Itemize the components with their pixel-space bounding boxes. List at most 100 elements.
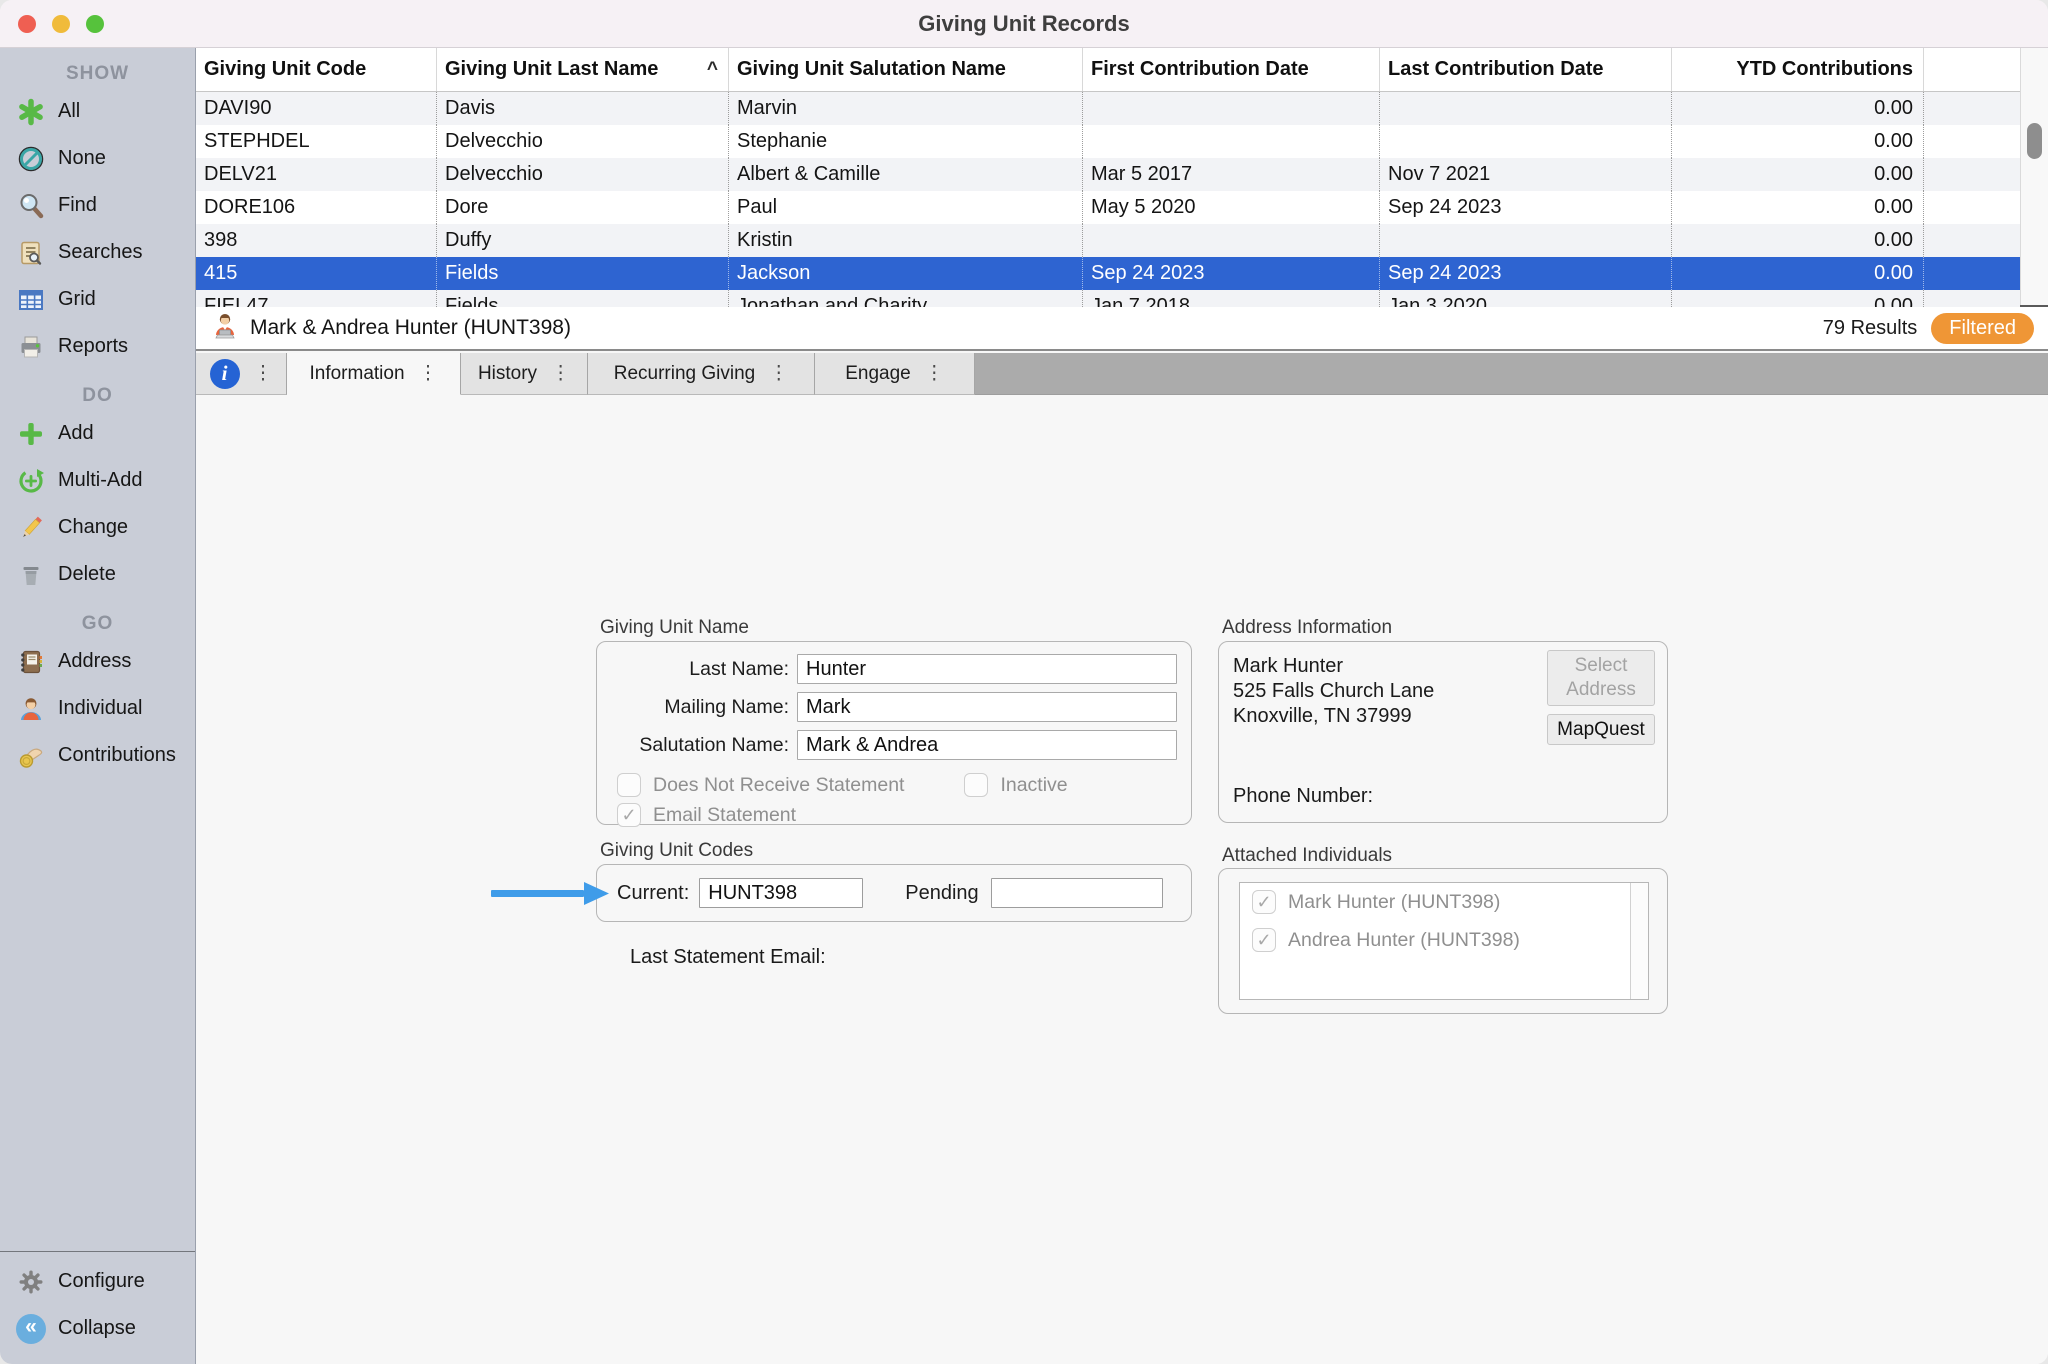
cell-salutation: Kristin xyxy=(728,224,1082,257)
cell-salutation: Jonathan and Charity xyxy=(728,290,1082,307)
column-header-giving-unit-last-name[interactable]: ^Giving Unit Last Name xyxy=(436,48,728,91)
table-scrollbar-thumb[interactable] xyxy=(2027,123,2042,159)
tab-history[interactable]: History ⋮ xyxy=(461,353,588,395)
sidebar-item-label: Address xyxy=(58,650,131,673)
tab-menu-icon[interactable]: ⋮ xyxy=(551,362,570,385)
tab-menu-icon[interactable]: ⋮ xyxy=(254,362,273,385)
table-header-row: Giving Unit Code ^Giving Unit Last Name … xyxy=(196,48,2048,92)
window-title: Giving Unit Records xyxy=(0,11,2048,37)
sidebar-item-contributions[interactable]: Contributions xyxy=(0,732,195,779)
tab-menu-icon[interactable]: ⋮ xyxy=(769,362,788,385)
sidebar-item-change[interactable]: Change xyxy=(0,504,195,551)
sidebar-item-reports[interactable]: Reports xyxy=(0,323,195,370)
attached-individual-row[interactable]: ✓ Mark Hunter (HUNT398) xyxy=(1240,883,1648,921)
column-header-first-contribution-date[interactable]: First Contribution Date xyxy=(1082,48,1379,91)
sidebar-item-grid[interactable]: Grid xyxy=(0,276,195,323)
tab-record-info[interactable]: i ⋮ xyxy=(196,353,287,395)
address-book-icon xyxy=(14,645,48,679)
cell-last-date: Jan 3 2020 xyxy=(1379,290,1671,307)
sidebar-item-multi-add[interactable]: Multi-Add xyxy=(0,457,195,504)
cell-salutation: Marvin xyxy=(728,92,1082,125)
tab-menu-icon[interactable]: ⋮ xyxy=(925,362,944,385)
info-icon[interactable]: i xyxy=(210,359,240,389)
person-icon xyxy=(14,692,48,726)
does-not-receive-statement-checkbox[interactable] xyxy=(617,773,641,797)
cell-last-date xyxy=(1379,224,1671,257)
sidebar-item-add[interactable]: Add xyxy=(0,410,195,457)
current-code-field[interactable] xyxy=(699,878,863,908)
cell-ytd: 0.00 xyxy=(1671,125,1923,158)
sidebar-item-all[interactable]: All xyxy=(0,88,195,135)
magnifier-icon xyxy=(14,189,48,223)
cell-salutation: Jackson xyxy=(728,257,1082,290)
salutation-name-label: Salutation Name: xyxy=(611,734,789,757)
does-not-receive-statement-label: Does Not Receive Statement xyxy=(653,774,904,797)
group-label-giving-unit-name: Giving Unit Name xyxy=(600,617,749,639)
column-header-last-contribution-date[interactable]: Last Contribution Date xyxy=(1379,48,1671,91)
tab-engage[interactable]: Engage ⋮ xyxy=(815,353,975,395)
table-row[interactable]: FIEL47 Fields Jonathan and Charity Jan 7… xyxy=(196,290,2020,307)
gear-icon xyxy=(14,1265,48,1299)
email-statement-checkbox[interactable]: ✓ xyxy=(617,803,641,827)
cell-first-date: Jan 7 2018 xyxy=(1082,290,1379,307)
sidebar-item-label: Multi-Add xyxy=(58,469,142,492)
sidebar-item-individual[interactable]: Individual xyxy=(0,685,195,732)
saved-search-icon xyxy=(14,236,48,270)
table-row[interactable]: DAVI90 Davis Marvin 0.00 xyxy=(196,92,2020,125)
sidebar-section-do: DO xyxy=(0,382,195,410)
sidebar-item-configure[interactable]: Configure xyxy=(0,1258,195,1305)
attached-individual-checkbox[interactable]: ✓ xyxy=(1252,928,1276,952)
attached-individual-row[interactable]: ✓ Andrea Hunter (HUNT398) xyxy=(1240,921,1648,959)
tab-menu-icon[interactable]: ⋮ xyxy=(419,362,438,385)
table-row[interactable]: STEPHDEL Delvecchio Stephanie 0.00 xyxy=(196,125,2020,158)
none-icon xyxy=(14,142,48,176)
column-header-salutation-name[interactable]: Giving Unit Salutation Name xyxy=(728,48,1082,91)
column-header-giving-unit-code[interactable]: Giving Unit Code xyxy=(196,48,436,91)
last-name-field[interactable] xyxy=(797,654,1177,684)
sidebar-item-address[interactable]: Address xyxy=(0,638,195,685)
table-row-selected[interactable]: 415 Fields Jackson Sep 24 2023 Sep 24 20… xyxy=(196,257,2020,290)
mapquest-button[interactable]: MapQuest xyxy=(1547,714,1655,745)
cell-spacer xyxy=(1923,92,2020,125)
tab-information[interactable]: Information ⋮ xyxy=(287,353,461,395)
salutation-name-field[interactable] xyxy=(797,730,1177,760)
cell-last-name: Fields xyxy=(436,257,728,290)
phone-number-label: Phone Number: xyxy=(1233,785,1373,808)
sidebar-item-delete[interactable]: Delete xyxy=(0,551,195,598)
cell-last-name: Delvecchio xyxy=(436,158,728,191)
attached-individual-checkbox[interactable]: ✓ xyxy=(1252,890,1276,914)
filtered-badge[interactable]: Filtered xyxy=(1931,313,2034,344)
mailing-name-field[interactable] xyxy=(797,692,1177,722)
group-label-giving-unit-codes: Giving Unit Codes xyxy=(600,840,753,862)
cell-spacer xyxy=(1923,224,2020,257)
table-row[interactable]: 398 Duffy Kristin 0.00 xyxy=(196,224,2020,257)
table-scrollbar[interactable] xyxy=(2020,48,2048,305)
cell-code: DAVI90 xyxy=(196,92,436,125)
inactive-checkbox[interactable] xyxy=(964,773,988,797)
cell-salutation: Albert & Camille xyxy=(728,158,1082,191)
asterisk-icon xyxy=(14,95,48,129)
table-row[interactable]: DORE106 Dore Paul May 5 2020 Sep 24 2023… xyxy=(196,191,2020,224)
sidebar-item-find[interactable]: Find xyxy=(0,182,195,229)
pending-code-field[interactable] xyxy=(991,878,1163,908)
attached-list-scrollbar[interactable] xyxy=(1630,883,1648,999)
sidebar-section-show: SHOW xyxy=(0,60,195,88)
email-statement-label: Email Statement xyxy=(653,804,796,827)
coin-hand-icon xyxy=(14,739,48,773)
record-name: Mark & Andrea Hunter (HUNT398) xyxy=(250,316,571,340)
table-row[interactable]: DELV21 Delvecchio Albert & Camille Mar 5… xyxy=(196,158,2020,191)
sidebar-item-collapse[interactable]: « Collapse xyxy=(0,1305,195,1352)
select-address-button[interactable]: Select Address xyxy=(1547,650,1655,706)
cell-last-date: Nov 7 2021 xyxy=(1379,158,1671,191)
address-name-line: Mark Hunter xyxy=(1233,654,1434,679)
sidebar-item-searches[interactable]: Searches xyxy=(0,229,195,276)
sidebar-item-none[interactable]: None xyxy=(0,135,195,182)
cell-last-name: Fields xyxy=(436,290,728,307)
column-header-ytd-contributions[interactable]: YTD Contributions xyxy=(1671,48,1923,91)
sidebar: SHOW All None Find Searches xyxy=(0,48,196,1364)
tab-recurring-giving[interactable]: Recurring Giving ⋮ xyxy=(588,353,815,395)
cell-code: 398 xyxy=(196,224,436,257)
sidebar-item-label: Delete xyxy=(58,563,116,586)
cell-ytd: 0.00 xyxy=(1671,191,1923,224)
sidebar-item-label: Reports xyxy=(58,335,128,358)
